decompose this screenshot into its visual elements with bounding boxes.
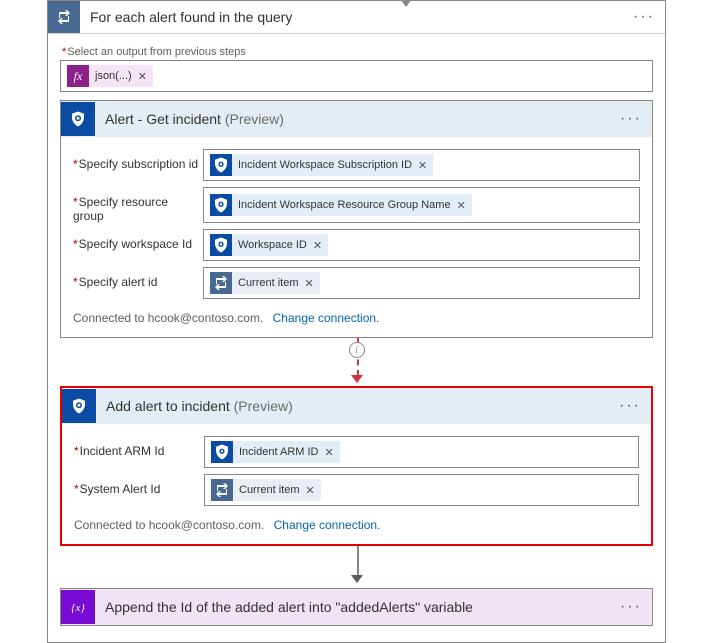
token-json[interactable]: fx json(...) ✕ (67, 65, 153, 87)
foreach-header[interactable]: For each alert found in the query ··· (48, 1, 665, 34)
label-system-alert: System Alert Id (74, 474, 204, 506)
input-subscription[interactable]: Incident Workspace Subscription ID ✕ (203, 149, 640, 181)
card-title: Add alert to incident (Preview) (96, 398, 609, 414)
token-label: Incident ARM ID (239, 446, 318, 458)
shield-icon (210, 194, 232, 216)
input-workspace[interactable]: Workspace ID ✕ (203, 229, 640, 261)
token-label: Incident Workspace Resource Group Name (238, 199, 451, 211)
foreach-body: Select an output from previous steps fx … (48, 34, 665, 642)
connection-info: Connected to hcook@contoso.com. Change c… (73, 311, 640, 325)
label-resourcegroup: Specify resource group (73, 187, 203, 223)
output-select-label: Select an output from previous steps (62, 46, 653, 58)
foreach-title: For each alert found in the query (80, 9, 623, 25)
connection-info: Connected to hcook@contoso.com. Change c… (74, 518, 639, 532)
token-currentitem[interactable]: Current item ✕ (211, 479, 321, 501)
shield-icon (210, 154, 232, 176)
variable-icon: {x} (61, 590, 95, 624)
foreach-container: For each alert found in the query ··· Se… (47, 0, 666, 643)
card-get-incident: Alert - Get incident (Preview) ··· Speci… (60, 100, 653, 338)
label-workspace: Specify workspace Id (73, 229, 203, 261)
token-label: Current item (239, 484, 300, 496)
card-header-add-alert[interactable]: Add alert to incident (Preview) ··· (62, 388, 651, 424)
shield-icon (211, 441, 233, 463)
arrow-down-icon (351, 372, 363, 386)
token-arm-id[interactable]: Incident ARM ID ✕ (211, 441, 340, 463)
token-workspace[interactable]: Workspace ID ✕ (210, 234, 328, 256)
close-icon[interactable]: ✕ (418, 159, 427, 172)
close-icon[interactable]: ✕ (138, 70, 147, 83)
token-label: Current item (238, 277, 299, 289)
output-select-input[interactable]: fx json(...) ✕ (60, 60, 653, 92)
loop-icon (210, 272, 232, 294)
label-subscription: Specify subscription id (73, 149, 203, 181)
input-resourcegroup[interactable]: Incident Workspace Resource Group Name ✕ (203, 187, 640, 223)
close-icon[interactable]: ✕ (324, 446, 333, 459)
token-label: Incident Workspace Subscription ID (238, 159, 412, 171)
label-alert: Specify alert id (73, 267, 203, 299)
shield-icon (61, 102, 95, 136)
card-append-variable: {x} Append the Id of the added alert int… (60, 588, 653, 626)
input-system-alert[interactable]: Current item ✕ (204, 474, 639, 506)
close-icon[interactable]: ✕ (313, 239, 322, 252)
input-arm-id[interactable]: Incident ARM ID ✕ (204, 436, 639, 468)
change-connection-link[interactable]: Change connection. (273, 311, 380, 325)
connector-dashed: i (60, 338, 653, 378)
token-subscription[interactable]: Incident Workspace Subscription ID ✕ (210, 154, 433, 176)
loop-icon (211, 479, 233, 501)
shield-icon (62, 389, 96, 423)
shield-icon (210, 234, 232, 256)
card-body: Incident ARM Id Incident ARM ID ✕ System… (62, 424, 651, 544)
svg-text:{x}: {x} (71, 602, 85, 614)
info-icon[interactable]: i (349, 342, 365, 358)
ellipsis-icon[interactable]: ··· (610, 110, 652, 128)
input-alert[interactable]: Current item ✕ (203, 267, 640, 299)
token-label: Workspace ID (238, 239, 307, 251)
close-icon[interactable]: ✕ (457, 199, 466, 212)
ellipsis-icon[interactable]: ··· (609, 397, 651, 415)
ellipsis-icon[interactable]: ··· (610, 598, 652, 616)
loop-icon (48, 1, 80, 33)
card-title: Append the Id of the added alert into "a… (95, 599, 610, 615)
card-body: Specify subscription id Incident Workspa… (61, 137, 652, 337)
fx-icon: fx (67, 65, 89, 87)
connector-solid (60, 546, 653, 580)
card-title: Alert - Get incident (Preview) (95, 111, 610, 127)
token-currentitem[interactable]: Current item ✕ (210, 272, 320, 294)
card-header-get-incident[interactable]: Alert - Get incident (Preview) ··· (61, 101, 652, 137)
label-arm-id: Incident ARM Id (74, 436, 204, 468)
card-add-alert: Add alert to incident (Preview) ··· Inci… (60, 386, 653, 546)
close-icon[interactable]: ✕ (306, 484, 315, 497)
arrow-down-icon (351, 572, 363, 586)
ellipsis-icon[interactable]: ··· (623, 8, 665, 26)
card-header-append-variable[interactable]: {x} Append the Id of the added alert int… (61, 589, 652, 625)
change-connection-link[interactable]: Change connection. (274, 518, 381, 532)
token-label: json(...) (95, 70, 132, 82)
token-resourcegroup[interactable]: Incident Workspace Resource Group Name ✕ (210, 194, 472, 216)
close-icon[interactable]: ✕ (305, 277, 314, 290)
arrow-down-icon (400, 0, 412, 7)
